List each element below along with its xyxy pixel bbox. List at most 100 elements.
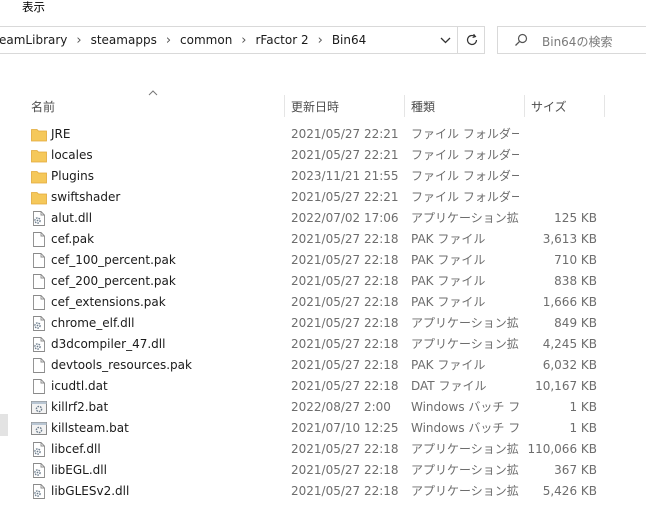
file-type: PAK ファイル (411, 358, 486, 372)
menu-view[interactable]: 表示 (22, 0, 45, 14)
file-row[interactable]: cef_200_percent.pak 2021/05/27 22:18 PAK フ… (0, 271, 646, 292)
file-type: ファイル フォルダー (411, 127, 519, 141)
column-header-date[interactable]: 更新日時 (291, 98, 339, 115)
file-size: 10,167 KB (535, 379, 597, 393)
generic-file-icon (31, 295, 47, 310)
file-size: 110,066 KB (527, 442, 597, 456)
file-type: DAT ファイル (411, 379, 487, 393)
search-box[interactable]: Bin64の検索 (497, 26, 646, 54)
breadcrumb-item[interactable]: Bin64 (332, 33, 366, 47)
navigation-pane-scrollbar[interactable] (0, 414, 8, 436)
file-name: devtools_resources.pak (51, 358, 192, 372)
file-name: JRE (51, 127, 71, 141)
dll-file-icon (31, 442, 47, 457)
file-row[interactable]: d3dcompiler_47.dll 2021/05/27 22:18 アプリケーシ… (0, 334, 646, 355)
menu-bar: 表示 (0, 0, 646, 18)
file-row[interactable]: devtools_resources.pak 2021/05/27 22:18 PA… (0, 355, 646, 376)
search-icon (515, 33, 528, 46)
file-date: 2021/05/27 22:18 (291, 295, 399, 309)
file-row[interactable]: icudtl.dat 2021/05/27 22:18 DAT ファイル 10,167… (0, 376, 646, 397)
file-size: 367 KB (554, 463, 597, 477)
file-row[interactable]: cef_100_percent.pak 2021/05/27 22:18 PAK フ… (0, 250, 646, 271)
column-header-type[interactable]: 種類 (411, 98, 435, 115)
column-divider[interactable] (284, 95, 285, 117)
dll-file-icon (31, 316, 47, 331)
generic-file-icon (31, 253, 47, 268)
file-name: alut.dll (51, 211, 93, 225)
breadcrumb-separator-icon[interactable]: › (241, 33, 246, 48)
file-date: 2023/11/21 21:55 (291, 169, 399, 183)
breadcrumb-item[interactable]: eamLibrary (0, 33, 67, 47)
file-size: 1,666 KB (542, 295, 597, 309)
file-name: libEGL.dll (51, 463, 107, 477)
file-date: 2021/05/27 22:18 (291, 253, 399, 267)
file-row[interactable]: cef_extensions.pak 2021/05/27 22:18 PAK ファ… (0, 292, 646, 313)
file-size: 5,426 KB (542, 484, 597, 498)
file-type: ファイル フォルダー (411, 148, 519, 162)
file-type: アプリケーション拡張 (411, 484, 519, 498)
file-date: 2022/07/02 17:06 (291, 211, 399, 225)
file-row[interactable]: JRE 2021/05/27 22:21 ファイル フォルダー (0, 124, 646, 145)
dll-file-icon (31, 337, 47, 352)
address-bar[interactable]: eamLibrary › steamapps › common › rFactor 2 › Bi… (0, 26, 485, 54)
breadcrumb-separator-icon[interactable]: › (76, 33, 81, 48)
folder-icon (31, 169, 47, 184)
breadcrumb-item[interactable]: steamapps (91, 33, 157, 47)
column-divider[interactable] (604, 95, 605, 117)
file-row[interactable]: chrome_elf.dll 2021/05/27 22:18 アプリケーション拡張… (0, 313, 646, 334)
search-input[interactable]: Bin64の検索 (542, 33, 612, 50)
file-date: 2021/05/27 22:18 (291, 484, 399, 498)
folder-icon (31, 190, 47, 205)
column-header-size[interactable]: サイズ (531, 98, 567, 115)
file-row[interactable]: libEGL.dll 2021/05/27 22:18 アプリケーション拡張 367 … (0, 460, 646, 481)
breadcrumb-item[interactable]: common (180, 33, 232, 47)
file-date: 2021/05/27 22:18 (291, 379, 399, 393)
batch-file-icon (31, 421, 47, 436)
file-row[interactable]: swiftshader 2021/05/27 22:21 ファイル フォルダー (0, 187, 646, 208)
generic-file-icon (31, 274, 47, 289)
file-type: Windows バッチ ファ... (411, 421, 519, 435)
file-row[interactable]: Plugins 2023/11/21 21:55 ファイル フォルダー (0, 166, 646, 187)
batch-file-icon (31, 400, 47, 415)
file-name: killsteam.bat (51, 421, 129, 435)
file-name: locales (51, 148, 93, 162)
file-row[interactable]: killrf2.bat 2022/08/27 2:00 Windows バッチ ファ… (0, 397, 646, 418)
file-row[interactable]: libcef.dll 2021/05/27 22:18 アプリケーション拡張 110,… (0, 439, 646, 460)
file-type: アプリケーション拡張 (411, 463, 519, 477)
address-history-button[interactable] (435, 27, 455, 53)
breadcrumb-separator-icon[interactable]: › (318, 33, 323, 48)
file-size: 849 KB (554, 316, 597, 330)
file-date: 2021/05/27 22:21 (291, 148, 399, 162)
file-date: 2021/05/27 22:18 (291, 358, 399, 372)
file-name: d3dcompiler_47.dll (51, 337, 166, 351)
file-size: 4,245 KB (542, 337, 597, 351)
file-name: cef.pak (51, 232, 95, 246)
file-row[interactable]: libGLESv2.dll 2021/05/27 22:18 アプリケーション拡張 5… (0, 481, 646, 502)
dll-file-icon (31, 211, 47, 226)
breadcrumb-separator-icon[interactable]: › (166, 33, 171, 48)
file-date: 2021/05/27 22:18 (291, 316, 399, 330)
file-row[interactable]: cef.pak 2021/05/27 22:18 PAK ファイル 3,613 KB (0, 229, 646, 250)
column-divider[interactable] (524, 95, 525, 117)
file-type: PAK ファイル (411, 274, 486, 288)
file-type: ファイル フォルダー (411, 169, 519, 183)
file-row[interactable]: alut.dll 2022/07/02 17:06 アプリケーション拡張 125 KB (0, 208, 646, 229)
file-name: icudtl.dat (51, 379, 108, 393)
generic-file-icon (31, 232, 47, 247)
file-name: cef_200_percent.pak (51, 274, 176, 288)
file-date: 2021/05/27 22:21 (291, 127, 399, 141)
file-name: killrf2.bat (51, 400, 109, 414)
file-type: PAK ファイル (411, 232, 486, 246)
file-row[interactable]: locales 2021/05/27 22:21 ファイル フォルダー (0, 145, 646, 166)
column-headers: 名前 更新日時 種類 サイズ (0, 95, 646, 117)
file-date: 2021/05/27 22:18 (291, 463, 399, 477)
file-date: 2021/05/27 22:18 (291, 337, 399, 351)
column-header-name[interactable]: 名前 (31, 98, 55, 115)
column-divider[interactable] (404, 95, 405, 117)
file-size: 3,613 KB (542, 232, 597, 246)
refresh-icon (466, 33, 477, 46)
file-row[interactable]: killsteam.bat 2021/07/10 12:25 Windows バッチ… (0, 418, 646, 439)
refresh-button[interactable] (457, 27, 485, 53)
breadcrumb-item[interactable]: rFactor 2 (256, 33, 309, 47)
file-date: 2021/05/27 22:21 (291, 190, 399, 204)
